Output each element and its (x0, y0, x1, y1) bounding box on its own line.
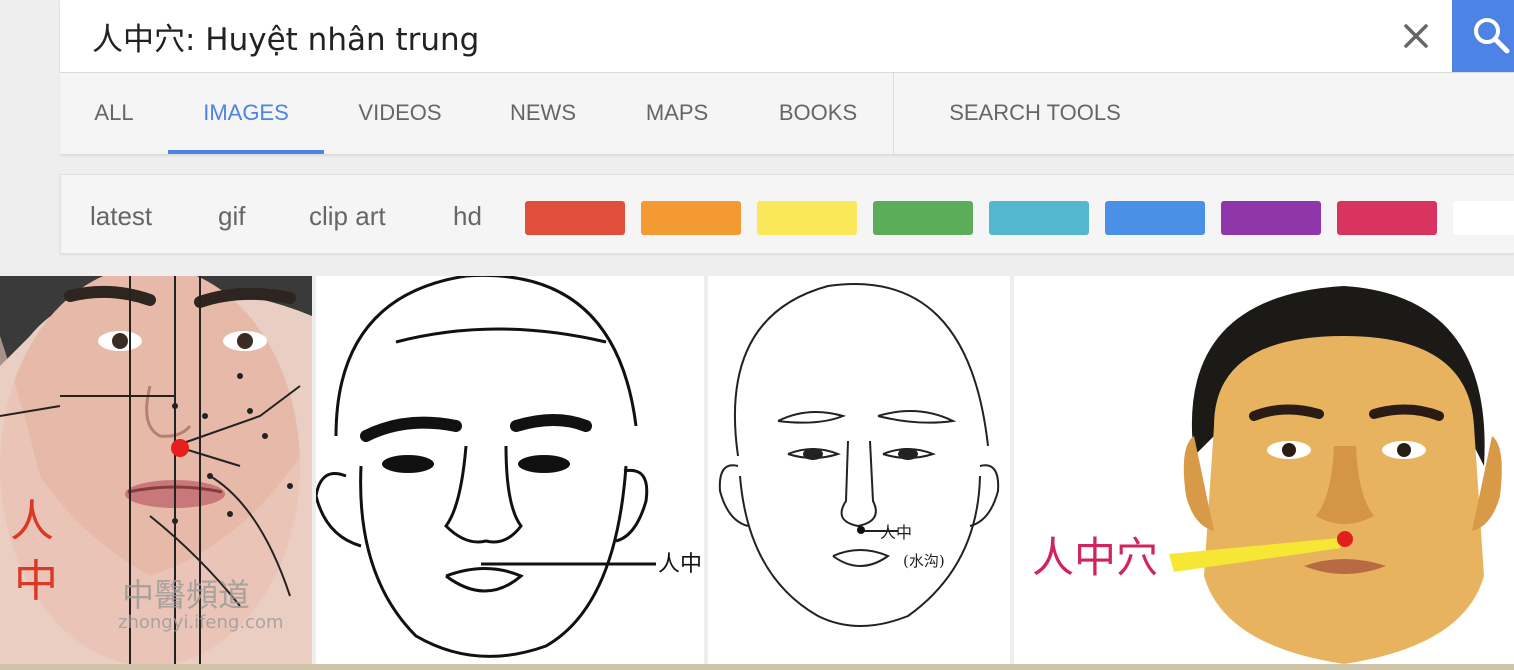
filter-chip-latest[interactable]: latest (90, 201, 152, 232)
acupoint-label: 人中穴 (1032, 533, 1158, 582)
vertical-label-ren: 人 (10, 496, 54, 547)
color-swatch-pink[interactable] (1337, 201, 1437, 235)
tab-divider (893, 73, 894, 154)
search-icon (1474, 18, 1510, 54)
tab-images[interactable]: IMAGES (168, 73, 324, 154)
watermark-url: zhongyi.ifeng.com (118, 612, 284, 633)
tab-all[interactable]: ALL (60, 73, 168, 154)
acupoint-sub-label: (水沟) (903, 552, 945, 570)
filter-chip-hd[interactable]: hd (453, 201, 482, 232)
color-swatch-green[interactable] (873, 201, 973, 235)
color-swatch-yellow[interactable] (757, 201, 857, 235)
close-icon (1404, 24, 1428, 48)
search-button[interactable] (1452, 0, 1514, 72)
filter-chip-gif[interactable]: gif (218, 201, 245, 232)
acupuncture-face-photo: 人 中 中醫頻道 zhongyi.ifeng.com (0, 276, 312, 664)
vertical-label-zhong: 中 (14, 556, 58, 607)
next-results-row (0, 664, 1514, 670)
image-results: 人 中 中醫頻道 zhongyi.ifeng.com 人中 人中 (水沟) 人中… (0, 276, 1514, 670)
image-result-4[interactable]: 人中穴 (1014, 276, 1514, 664)
tab-videos[interactable]: VIDEOS (324, 73, 476, 154)
color-swatch-teal[interactable] (989, 201, 1089, 235)
search-tabs: ALL IMAGES VIDEOS NEWS MAPS BOOKS SEARCH… (60, 73, 1514, 155)
acupoint-label: 人中 (880, 523, 912, 542)
tab-news[interactable]: NEWS (476, 73, 610, 154)
image-result-2[interactable]: 人中 (316, 276, 704, 664)
tab-books[interactable]: BOOKS (744, 73, 892, 154)
acupoint-illustration: 人中穴 (1014, 276, 1514, 664)
watermark-text: 中醫頻道 (122, 576, 250, 614)
color-swatch-white[interactable] (1453, 201, 1514, 235)
clear-search-button[interactable] (1390, 10, 1442, 62)
tab-maps[interactable]: MAPS (610, 73, 744, 154)
color-swatch-purple[interactable] (1221, 201, 1321, 235)
color-swatch-blue[interactable] (1105, 201, 1205, 235)
face-line-drawing: 人中 (316, 276, 704, 664)
image-result-1[interactable]: 人 中 中醫頻道 zhongyi.ifeng.com (0, 276, 312, 664)
tab-search-tools[interactable]: SEARCH TOOLS (910, 73, 1160, 154)
color-swatch-orange[interactable] (641, 201, 741, 235)
image-result-3[interactable]: 人中 (水沟) (708, 276, 1010, 664)
filter-chip-clip-art[interactable]: clip art (309, 201, 386, 232)
search-input[interactable]: 人中穴: Huyệt nhân trung (92, 14, 479, 59)
search-bar: 人中穴: Huyệt nhân trung (60, 0, 1514, 72)
color-swatch-red[interactable] (525, 201, 625, 235)
face-outline-drawing: 人中 (水沟) (708, 276, 1010, 664)
filter-bar: latest gif clip art hd (60, 174, 1514, 254)
acupoint-label: 人中 (658, 552, 702, 577)
